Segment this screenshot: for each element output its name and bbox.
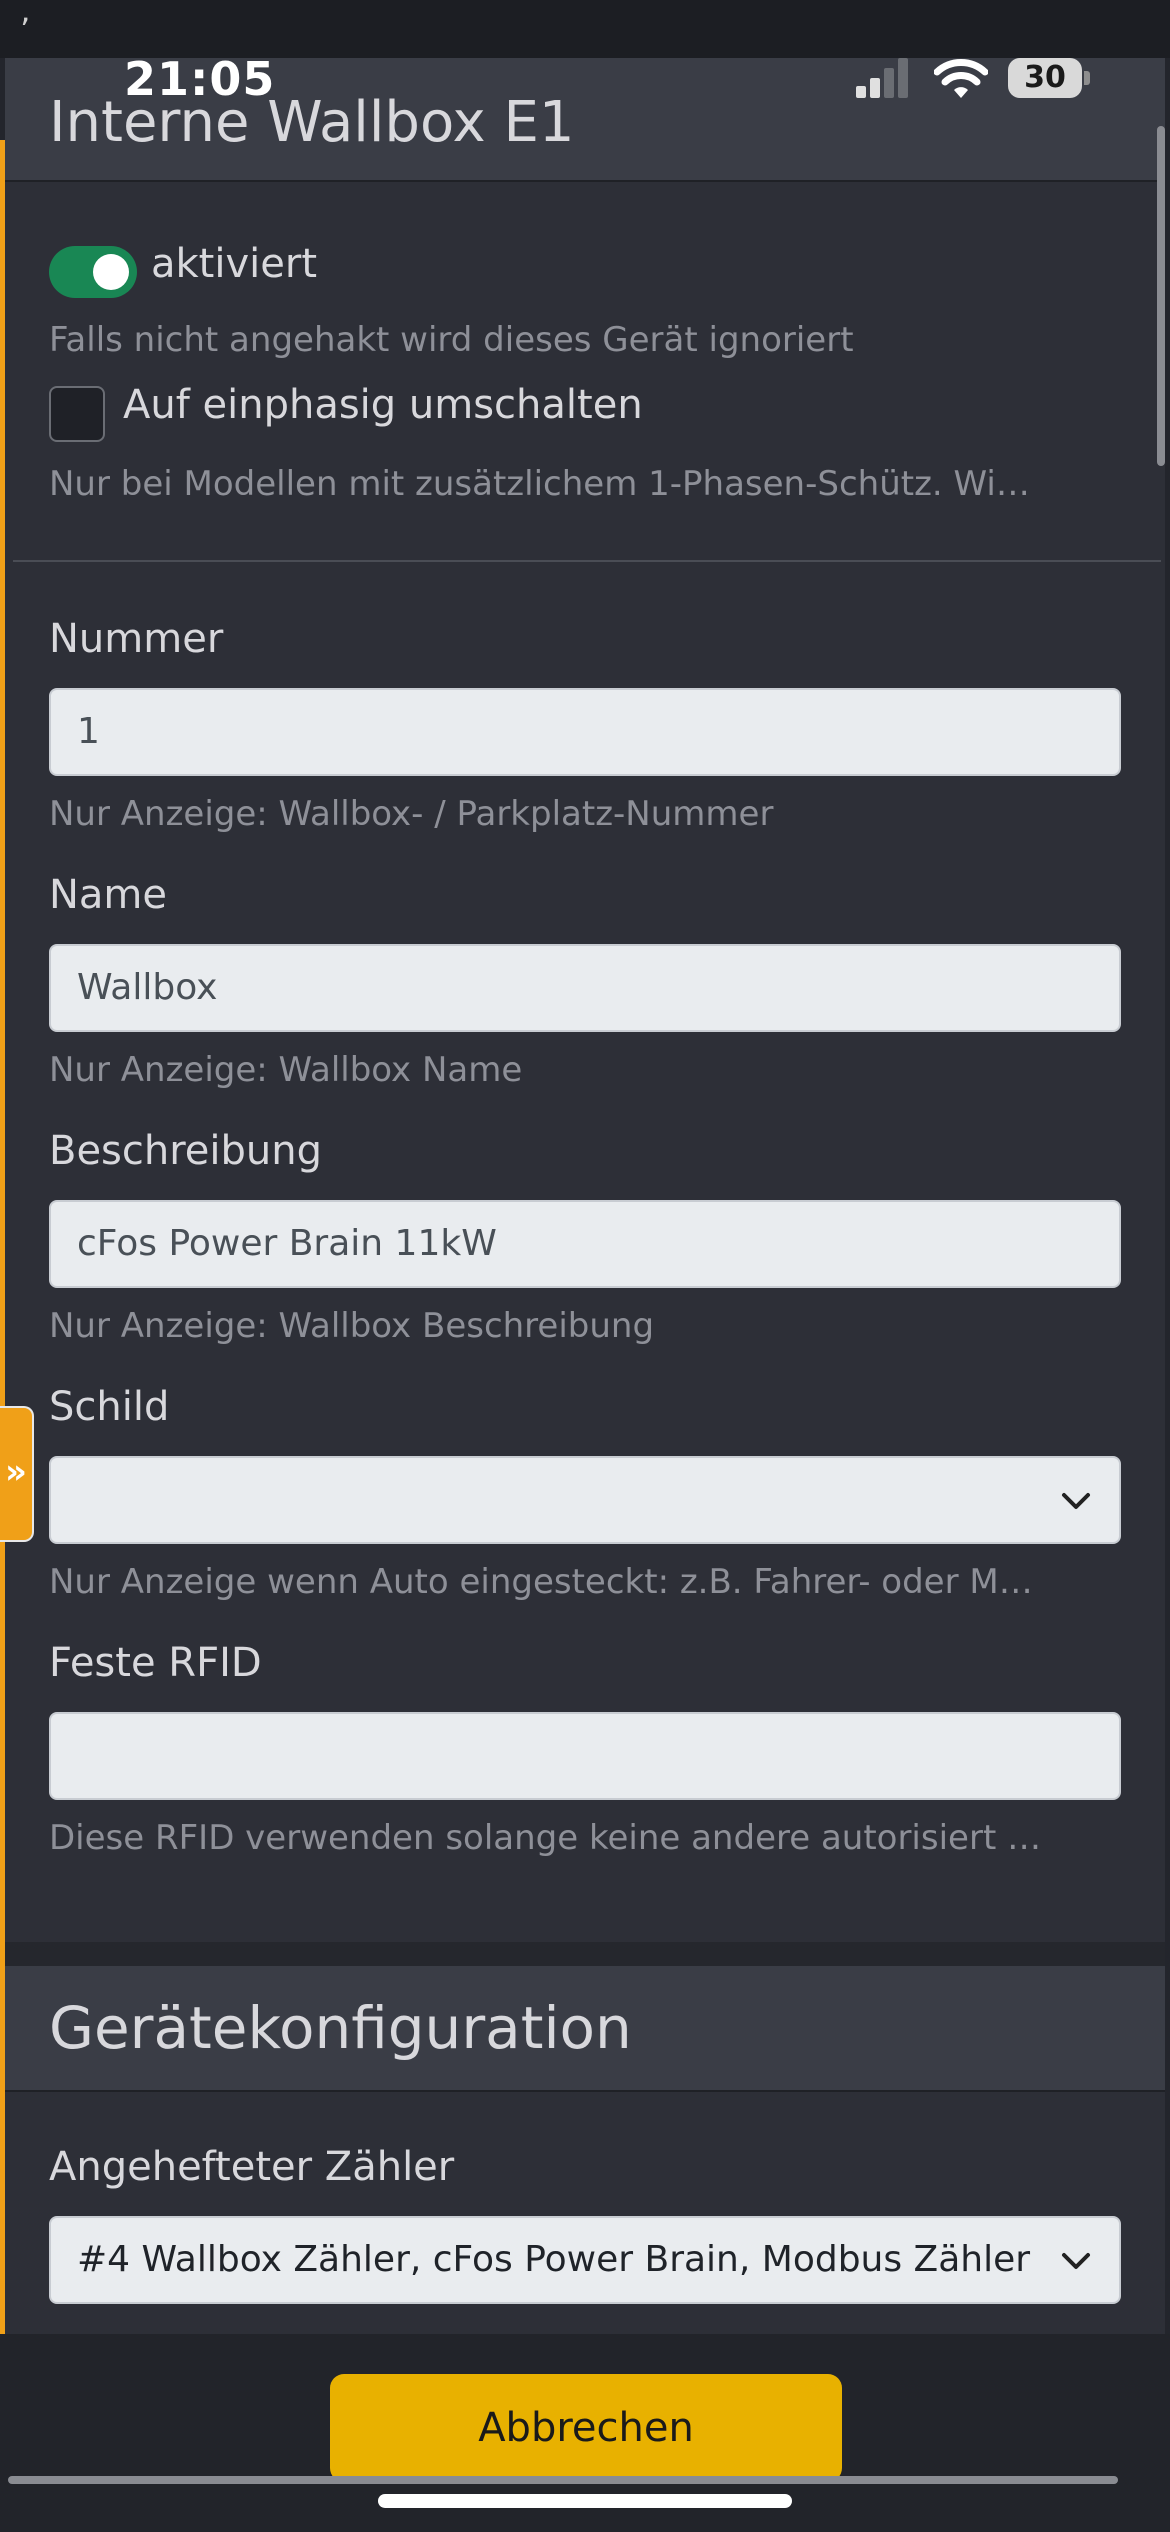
enabled-label: aktiviert: [151, 241, 317, 287]
meter-value: #4 Wallbox Zähler, cFos Power Brain, Mod…: [77, 2239, 1031, 2280]
side-panel-toggle[interactable]: »: [0, 1406, 34, 1542]
divider: [13, 560, 1161, 562]
status-tick: ’: [20, 11, 31, 49]
battery-level: 30: [1008, 58, 1082, 98]
nummer-field[interactable]: 1: [49, 688, 1121, 776]
single-phase-checkbox[interactable]: [49, 386, 105, 442]
status-bar: [0, 0, 1170, 58]
schild-help: Nur Anzeige wenn Auto eingesteckt: z.B. …: [49, 1562, 1033, 1602]
rfid-help: Diese RFID verwenden solange keine ander…: [49, 1818, 1042, 1858]
nummer-label: Nummer: [49, 616, 224, 662]
home-indicator[interactable]: [378, 2494, 792, 2508]
section-title: Gerätekonfiguration: [49, 1994, 632, 2062]
schild-select[interactable]: [49, 1456, 1121, 1544]
beschreibung-help: Nur Anzeige: Wallbox Beschreibung: [49, 1306, 655, 1346]
horizontal-scrollbar[interactable]: [8, 2476, 1118, 2484]
enabled-toggle[interactable]: [49, 246, 137, 298]
schild-label: Schild: [49, 1384, 170, 1430]
meter-select[interactable]: #4 Wallbox Zähler, cFos Power Brain, Mod…: [49, 2216, 1121, 2304]
battery-icon: 30: [1008, 58, 1090, 98]
rfid-field[interactable]: [49, 1712, 1121, 1800]
wifi-icon: [934, 59, 988, 98]
name-field[interactable]: Wallbox: [49, 944, 1121, 1032]
enabled-help: Falls nicht angehakt wird dieses Gerät i…: [49, 320, 854, 360]
name-help: Nur Anzeige: Wallbox Name: [49, 1050, 523, 1090]
beschreibung-label: Beschreibung: [49, 1128, 323, 1174]
device-config-header: Gerätekonfiguration: [5, 1966, 1165, 2092]
battery-nub: [1084, 71, 1090, 85]
screen: ’ Interne Wallbox E1 aktiviert Falls nic…: [0, 0, 1170, 2532]
chevron-down-icon: [1059, 2244, 1093, 2278]
single-phase-label: Auf einphasig umschalten: [123, 382, 643, 428]
section-gap: [5, 1942, 1165, 1966]
chevron-down-icon: [1062, 1493, 1090, 1509]
rfid-label: Feste RFID: [49, 1640, 262, 1686]
meter-label: Angehefteter Zähler: [49, 2144, 455, 2190]
double-chevron-right-icon: »: [5, 1452, 27, 1492]
toggle-knob: [93, 254, 129, 290]
scrollbar[interactable]: [1157, 126, 1165, 466]
nummer-help: Nur Anzeige: Wallbox- / Parkplatz-Nummer: [49, 794, 774, 834]
cancel-button[interactable]: Abbrechen: [330, 2374, 842, 2482]
cellular-signal-icon: [856, 58, 912, 98]
single-phase-help: Nur bei Modellen mit zusätzlichem 1-Phas…: [49, 464, 1030, 504]
status-time: 21:05: [124, 52, 276, 106]
beschreibung-field[interactable]: cFos Power Brain 11kW: [49, 1200, 1121, 1288]
name-label: Name: [49, 872, 168, 918]
